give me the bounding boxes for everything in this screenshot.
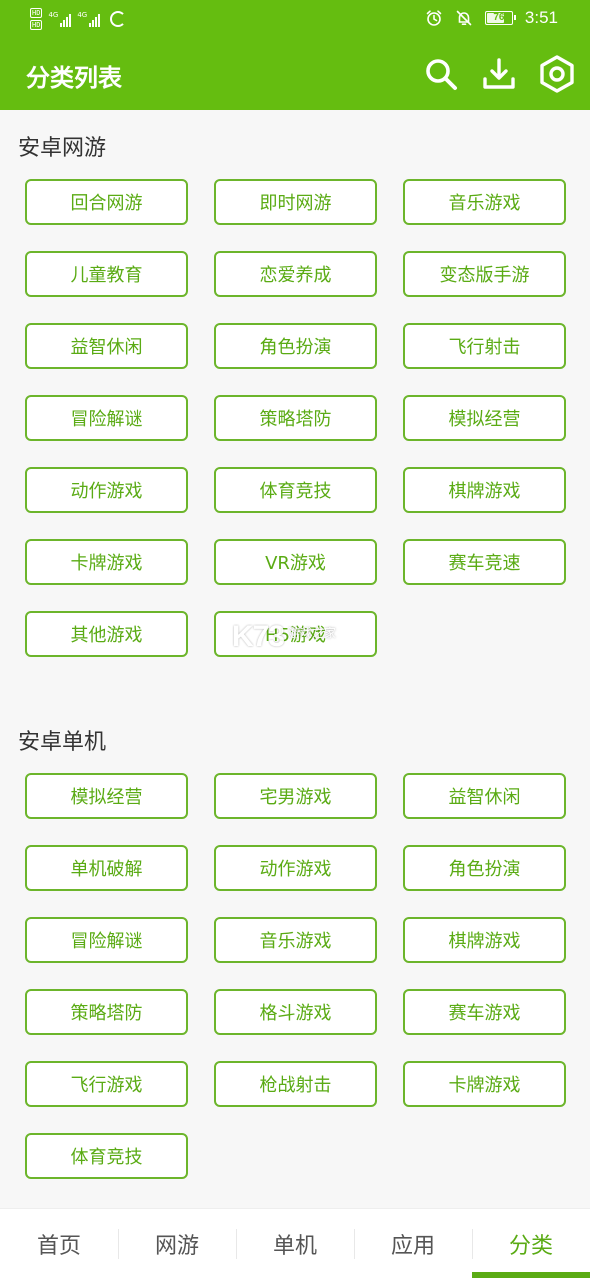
- category-button[interactable]: 飞行游戏: [25, 1061, 188, 1107]
- category-button[interactable]: 体育竞技: [25, 1133, 188, 1179]
- category-button[interactable]: 棋牌游戏: [403, 917, 566, 963]
- hd-badges: HD HD: [30, 8, 43, 30]
- category-button[interactable]: 模拟经营: [403, 395, 566, 441]
- category-button[interactable]: 益智休闲: [403, 773, 566, 819]
- category-button[interactable]: H5游戏: [214, 611, 377, 657]
- category-content: 安卓网游 回合网游 即时网游 音乐游戏 儿童教育 恋爱养成 变态版手游 益智休闲…: [0, 110, 590, 1210]
- settings-button[interactable]: [538, 54, 576, 94]
- app-header: 分类列表: [0, 40, 590, 110]
- category-button[interactable]: 即时网游: [214, 179, 377, 225]
- nav-item-category[interactable]: 分类: [472, 1209, 590, 1278]
- category-button[interactable]: 角色扮演: [403, 845, 566, 891]
- alarm-icon: [426, 10, 442, 26]
- category-button[interactable]: 棋牌游戏: [403, 467, 566, 513]
- search-icon: [426, 59, 457, 90]
- category-button[interactable]: 策略塔防: [25, 989, 188, 1035]
- category-button[interactable]: 飞行射击: [403, 323, 566, 369]
- bottom-nav: 首页 网游 单机 应用 分类: [0, 1208, 590, 1278]
- nav-item-home[interactable]: 首页: [0, 1209, 118, 1278]
- category-button[interactable]: 回合网游: [25, 179, 188, 225]
- category-button[interactable]: 单机破解: [25, 845, 188, 891]
- category-button[interactable]: 益智休闲: [25, 323, 188, 369]
- category-button[interactable]: 变态版手游: [403, 251, 566, 297]
- gear-icon: [540, 55, 574, 93]
- category-button[interactable]: 恋爱养成: [214, 251, 377, 297]
- status-bar: HD HD 4G 4G 76 3:51: [0, 0, 590, 40]
- category-button[interactable]: 音乐游戏: [214, 917, 377, 963]
- status-left: HD HD 4G 4G: [30, 8, 127, 30]
- network-type-2: 4G: [77, 11, 88, 19]
- category-button[interactable]: 赛车竞速: [403, 539, 566, 585]
- category-button[interactable]: 格斗游戏: [214, 989, 377, 1035]
- category-grid-online: 回合网游 即时网游 音乐游戏 儿童教育 恋爱养成 变态版手游 益智休闲 角色扮演…: [25, 179, 566, 657]
- mute-bell-icon: [456, 10, 472, 26]
- header-actions: [422, 54, 576, 94]
- nav-item-single[interactable]: 单机: [236, 1209, 354, 1278]
- category-button[interactable]: 冒险解谜: [25, 917, 188, 963]
- category-button[interactable]: 策略塔防: [214, 395, 377, 441]
- nav-item-online[interactable]: 网游: [118, 1209, 236, 1278]
- category-button[interactable]: 儿童教育: [25, 251, 188, 297]
- category-button[interactable]: 动作游戏: [25, 467, 188, 513]
- hd-badge-2: HD: [30, 20, 43, 30]
- battery-level: 76: [493, 12, 505, 23]
- category-button[interactable]: 卡牌游戏: [25, 539, 188, 585]
- search-button[interactable]: [422, 54, 460, 94]
- signal-2-icon: 4G: [77, 11, 101, 27]
- status-right: 76 3:51: [425, 8, 558, 28]
- category-button[interactable]: 体育竞技: [214, 467, 377, 513]
- status-time: 3:51: [524, 8, 558, 27]
- category-grid-single: 模拟经营 宅男游戏 益智休闲 单机破解 动作游戏 角色扮演 冒险解谜 音乐游戏 …: [25, 773, 566, 1179]
- category-button[interactable]: 卡牌游戏: [403, 1061, 566, 1107]
- loading-icon: [110, 11, 127, 27]
- section-title-single: 安卓单机: [18, 730, 107, 755]
- category-button[interactable]: 音乐游戏: [403, 179, 566, 225]
- network-type-1: 4G: [48, 11, 59, 19]
- category-button[interactable]: 模拟经营: [25, 773, 188, 819]
- category-button[interactable]: 其他游戏: [25, 611, 188, 657]
- hd-badge-1: HD: [30, 8, 43, 18]
- download-icon: [483, 58, 515, 89]
- nav-item-apps[interactable]: 应用: [354, 1209, 472, 1278]
- download-button[interactable]: [480, 54, 518, 94]
- category-button[interactable]: 宅男游戏: [214, 773, 377, 819]
- top-bar: HD HD 4G 4G 76 3:51 分类列表: [0, 0, 590, 110]
- signal-1-icon: 4G: [48, 11, 72, 27]
- category-button[interactable]: VR游戏: [214, 539, 377, 585]
- battery-icon: 76: [484, 11, 516, 25]
- category-button[interactable]: 枪战射击: [214, 1061, 377, 1107]
- section-title-online: 安卓网游: [18, 136, 107, 161]
- category-button[interactable]: 动作游戏: [214, 845, 377, 891]
- page-title: 分类列表: [26, 64, 122, 92]
- category-button[interactable]: 角色扮演: [214, 323, 377, 369]
- category-button[interactable]: 赛车游戏: [403, 989, 566, 1035]
- category-button[interactable]: 冒险解谜: [25, 395, 188, 441]
